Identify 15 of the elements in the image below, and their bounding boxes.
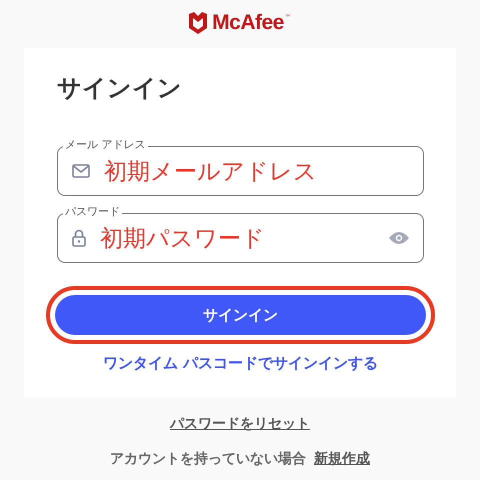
no-account-text: アカウントを持っていない場合 bbox=[110, 450, 306, 468]
page-title: サインイン bbox=[57, 73, 183, 104]
create-account-link[interactable]: 新規作成 bbox=[314, 450, 370, 468]
one-time-passcode-link[interactable]: ワンタイム パスコードでサインインする bbox=[57, 354, 424, 373]
field-value: 初期メールアドレス bbox=[104, 158, 318, 186]
shield-logo-icon bbox=[189, 12, 208, 34]
sign-in-button[interactable]: サインイン bbox=[55, 295, 426, 335]
field-value: 初期パスワード bbox=[100, 224, 266, 254]
reset-password-link[interactable]: パスワードをリセット bbox=[170, 415, 310, 433]
logo-text: McAfee bbox=[212, 11, 284, 35]
field-label: パスワード bbox=[63, 205, 122, 219]
mail-icon bbox=[72, 164, 90, 178]
field-label: メール アドレス bbox=[63, 138, 148, 152]
eye-icon[interactable] bbox=[389, 231, 409, 245]
lock-icon bbox=[72, 229, 86, 247]
